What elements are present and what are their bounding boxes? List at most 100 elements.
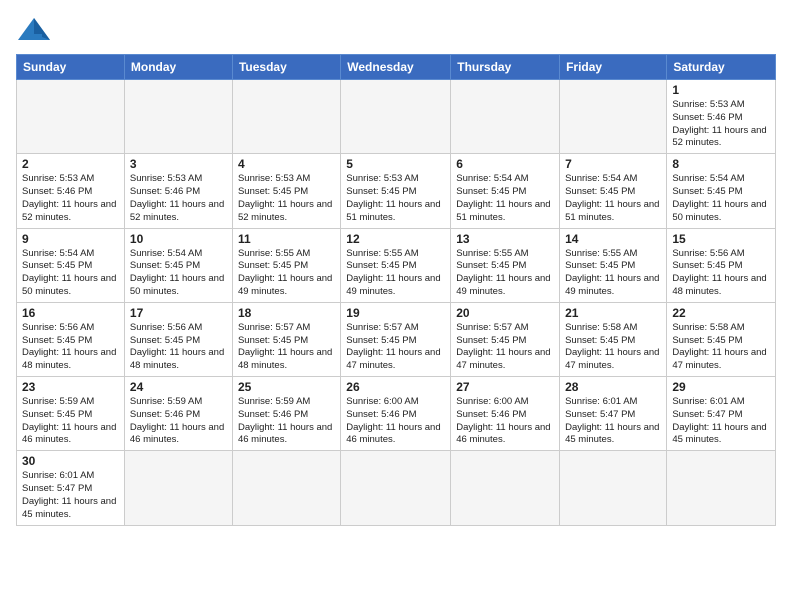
calendar-cell: 19 Sunrise: 5:57 AM Sunset: 5:45 PM Dayli… <box>341 302 451 376</box>
day-number: 14 <box>565 232 661 246</box>
week-row-0: 1 Sunrise: 5:53 AM Sunset: 5:46 PM Daylig… <box>17 80 776 154</box>
day-number: 25 <box>238 380 335 394</box>
day-number: 12 <box>346 232 445 246</box>
calendar-cell: 21 Sunrise: 5:58 AM Sunset: 5:45 PM Dayli… <box>560 302 667 376</box>
day-info: Sunrise: 6:01 AM Sunset: 5:47 PM Dayligh… <box>22 470 119 521</box>
calendar-cell: 12Sunrise: 5:55 AM Sunset: 5:45 PM Dayli… <box>341 228 451 302</box>
calendar-cell <box>560 451 667 525</box>
weekday-thursday: Thursday <box>451 55 560 80</box>
day-info: Sunrise: 5:54 AM Sunset: 5:45 PM Dayligh… <box>672 173 770 224</box>
day-info: Sunrise: 5:56 AM Sunset: 5:45 PM Dayligh… <box>130 322 227 373</box>
logo-icon <box>16 16 52 44</box>
weekday-friday: Friday <box>560 55 667 80</box>
day-info: Sunrise: 5:53 AM Sunset: 5:45 PM Dayligh… <box>238 173 335 224</box>
calendar-cell: 3Sunrise: 5:53 AM Sunset: 5:46 PM Daylig… <box>124 154 232 228</box>
day-number: 17 <box>130 306 227 320</box>
calendar-cell <box>451 451 560 525</box>
calendar-cell: 28 Sunrise: 6:01 AM Sunset: 5:47 PM Dayli… <box>560 377 667 451</box>
day-number: 13 <box>456 232 554 246</box>
day-info: Sunrise: 5:54 AM Sunset: 5:45 PM Dayligh… <box>565 173 661 224</box>
calendar-cell: 20 Sunrise: 5:57 AM Sunset: 5:45 PM Dayli… <box>451 302 560 376</box>
day-number: 15 <box>672 232 770 246</box>
calendar-cell: 17 Sunrise: 5:56 AM Sunset: 5:45 PM Dayli… <box>124 302 232 376</box>
calendar-cell <box>232 451 340 525</box>
calendar-cell: 25 Sunrise: 5:59 AM Sunset: 5:46 PM Dayli… <box>232 377 340 451</box>
day-number: 18 <box>238 306 335 320</box>
calendar-cell: 5Sunrise: 5:53 AM Sunset: 5:45 PM Daylig… <box>341 154 451 228</box>
calendar-cell: 15Sunrise: 5:56 AM Sunset: 5:45 PM Dayli… <box>667 228 776 302</box>
day-info: Sunrise: 5:59 AM Sunset: 5:45 PM Dayligh… <box>22 396 119 447</box>
weekday-header-row: SundayMondayTuesdayWednesdayThursdayFrid… <box>17 55 776 80</box>
day-info: Sunrise: 6:01 AM Sunset: 5:47 PM Dayligh… <box>565 396 661 447</box>
day-number: 30 <box>22 454 119 468</box>
day-number: 1 <box>672 83 770 97</box>
day-number: 4 <box>238 157 335 171</box>
day-info: Sunrise: 5:55 AM Sunset: 5:45 PM Dayligh… <box>238 248 335 299</box>
calendar-cell <box>124 80 232 154</box>
calendar-cell: 27 Sunrise: 6:00 AM Sunset: 5:46 PM Dayli… <box>451 377 560 451</box>
day-info: Sunrise: 5:57 AM Sunset: 5:45 PM Dayligh… <box>346 322 445 373</box>
day-info: Sunrise: 5:53 AM Sunset: 5:46 PM Dayligh… <box>130 173 227 224</box>
calendar-cell <box>341 80 451 154</box>
day-number: 28 <box>565 380 661 394</box>
day-number: 29 <box>672 380 770 394</box>
day-number: 19 <box>346 306 445 320</box>
day-number: 6 <box>456 157 554 171</box>
calendar-cell <box>341 451 451 525</box>
day-info: Sunrise: 5:54 AM Sunset: 5:45 PM Dayligh… <box>456 173 554 224</box>
day-info: Sunrise: 5:56 AM Sunset: 5:45 PM Dayligh… <box>22 322 119 373</box>
weekday-tuesday: Tuesday <box>232 55 340 80</box>
day-info: Sunrise: 5:53 AM Sunset: 5:46 PM Dayligh… <box>22 173 119 224</box>
day-info: Sunrise: 6:00 AM Sunset: 5:46 PM Dayligh… <box>456 396 554 447</box>
calendar-cell: 4 Sunrise: 5:53 AM Sunset: 5:45 PM Daylig… <box>232 154 340 228</box>
week-row-3: 16Sunrise: 5:56 AM Sunset: 5:45 PM Dayli… <box>17 302 776 376</box>
calendar-cell <box>232 80 340 154</box>
day-number: 11 <box>238 232 335 246</box>
day-info: Sunrise: 5:53 AM Sunset: 5:46 PM Dayligh… <box>672 99 770 150</box>
calendar-cell: 8 Sunrise: 5:54 AM Sunset: 5:45 PM Daylig… <box>667 154 776 228</box>
day-number: 10 <box>130 232 227 246</box>
calendar-cell: 16Sunrise: 5:56 AM Sunset: 5:45 PM Dayli… <box>17 302 125 376</box>
day-number: 27 <box>456 380 554 394</box>
calendar-cell: 9Sunrise: 5:54 AM Sunset: 5:45 PM Daylig… <box>17 228 125 302</box>
day-number: 21 <box>565 306 661 320</box>
day-info: Sunrise: 5:59 AM Sunset: 5:46 PM Dayligh… <box>238 396 335 447</box>
calendar-cell: 14 Sunrise: 5:55 AM Sunset: 5:45 PM Dayli… <box>560 228 667 302</box>
calendar-cell: 2Sunrise: 5:53 AM Sunset: 5:46 PM Daylig… <box>17 154 125 228</box>
calendar-cell <box>560 80 667 154</box>
calendar-cell: 24Sunrise: 5:59 AM Sunset: 5:46 PM Dayli… <box>124 377 232 451</box>
calendar-cell: 13 Sunrise: 5:55 AM Sunset: 5:45 PM Dayli… <box>451 228 560 302</box>
calendar-cell: 26Sunrise: 6:00 AM Sunset: 5:46 PM Dayli… <box>341 377 451 451</box>
day-info: Sunrise: 6:00 AM Sunset: 5:46 PM Dayligh… <box>346 396 445 447</box>
calendar-cell: 10Sunrise: 5:54 AM Sunset: 5:45 PM Dayli… <box>124 228 232 302</box>
day-info: Sunrise: 6:01 AM Sunset: 5:47 PM Dayligh… <box>672 396 770 447</box>
day-number: 5 <box>346 157 445 171</box>
calendar-cell <box>667 451 776 525</box>
day-number: 8 <box>672 157 770 171</box>
calendar-cell <box>17 80 125 154</box>
day-info: Sunrise: 5:57 AM Sunset: 5:45 PM Dayligh… <box>238 322 335 373</box>
weekday-wednesday: Wednesday <box>341 55 451 80</box>
day-number: 7 <box>565 157 661 171</box>
day-number: 22 <box>672 306 770 320</box>
calendar-cell <box>124 451 232 525</box>
day-info: Sunrise: 5:58 AM Sunset: 5:45 PM Dayligh… <box>672 322 770 373</box>
day-info: Sunrise: 5:58 AM Sunset: 5:45 PM Dayligh… <box>565 322 661 373</box>
calendar-cell: 30 Sunrise: 6:01 AM Sunset: 5:47 PM Dayli… <box>17 451 125 525</box>
day-info: Sunrise: 5:57 AM Sunset: 5:45 PM Dayligh… <box>456 322 554 373</box>
week-row-5: 30 Sunrise: 6:01 AM Sunset: 5:47 PM Dayli… <box>17 451 776 525</box>
calendar: SundayMondayTuesdayWednesdayThursdayFrid… <box>16 54 776 526</box>
calendar-cell: 1 Sunrise: 5:53 AM Sunset: 5:46 PM Daylig… <box>667 80 776 154</box>
day-info: Sunrise: 5:59 AM Sunset: 5:46 PM Dayligh… <box>130 396 227 447</box>
day-number: 9 <box>22 232 119 246</box>
day-info: Sunrise: 5:55 AM Sunset: 5:45 PM Dayligh… <box>565 248 661 299</box>
calendar-cell: 6 Sunrise: 5:54 AM Sunset: 5:45 PM Daylig… <box>451 154 560 228</box>
week-row-4: 23Sunrise: 5:59 AM Sunset: 5:45 PM Dayli… <box>17 377 776 451</box>
weekday-sunday: Sunday <box>17 55 125 80</box>
day-info: Sunrise: 5:55 AM Sunset: 5:45 PM Dayligh… <box>456 248 554 299</box>
weekday-saturday: Saturday <box>667 55 776 80</box>
header <box>16 16 776 44</box>
day-number: 20 <box>456 306 554 320</box>
calendar-cell: 22 Sunrise: 5:58 AM Sunset: 5:45 PM Dayli… <box>667 302 776 376</box>
week-row-2: 9Sunrise: 5:54 AM Sunset: 5:45 PM Daylig… <box>17 228 776 302</box>
